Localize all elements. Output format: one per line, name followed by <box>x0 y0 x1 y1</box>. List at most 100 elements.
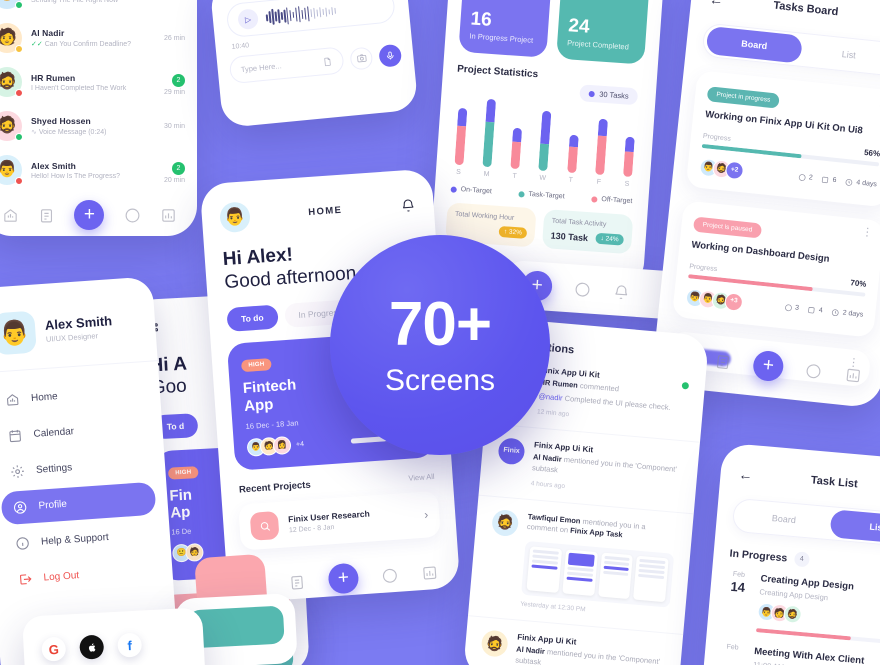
avatar-emoji: 🧔 <box>0 117 17 134</box>
task-list-screen: ← Task List Board List In Progress 4 Feb… <box>701 442 880 665</box>
tasks-icon[interactable] <box>38 207 55 224</box>
section-count-badge: 4 <box>793 551 810 568</box>
sidebar-item-label: Help & Support <box>40 531 110 548</box>
back-icon[interactable]: ← <box>738 466 753 483</box>
info-icon <box>16 537 29 550</box>
sidebar-item-label: Log Out <box>43 570 80 584</box>
filter-todo[interactable]: To do <box>226 304 279 332</box>
play-icon[interactable]: ▷ <box>237 8 259 31</box>
tasks-icon[interactable] <box>288 573 306 591</box>
list-item[interactable]: 🧔 HR Rumen I Haven't Completed The Work … <box>0 60 197 104</box>
avatar: 👩 <box>272 435 292 456</box>
task-card[interactable]: ⋮ Project in progress Working on Finix A… <box>685 70 880 208</box>
message-preview: Sending The File Right Now <box>31 0 119 4</box>
chat-meta: 26 min <box>151 35 185 42</box>
list-item[interactable]: 🙂 Tawfiqul Emon Sending The File Right N… <box>0 0 197 16</box>
chip-bullet-icon <box>588 90 595 97</box>
sidebar-item-label: Settings <box>35 462 73 476</box>
logout-icon <box>20 574 32 585</box>
bar-group <box>482 85 498 168</box>
more-options-icon[interactable]: ⋮ <box>875 96 880 109</box>
contact-name: Alex Smith <box>31 160 76 171</box>
chat-meta: 30 min <box>151 123 185 130</box>
apple-icon[interactable] <box>79 634 105 660</box>
list-item[interactable]: 🧔 Shyed Hossen ∿ Voice Message (0:24) 30… <box>0 104 197 148</box>
list-item[interactable]: 👨 Alex Smith Hello! How Is The Progress?… <box>0 148 197 192</box>
home-icon[interactable] <box>2 207 19 224</box>
view-all-link[interactable]: View All <box>408 472 435 483</box>
chat-text: HR Rumen I Haven't Completed The Work <box>22 73 151 92</box>
avatar: 👨 <box>0 310 37 356</box>
stats-icon[interactable] <box>844 366 863 385</box>
list-item[interactable]: 🧔 Tawfiqul Emon mentioned you in a comme… <box>467 495 694 636</box>
bell-icon[interactable] <box>612 283 630 301</box>
sidebar-item-logout[interactable]: Log Out <box>6 553 162 597</box>
avatar-overflow: +4 <box>295 440 305 449</box>
attachment-count: 4 <box>807 305 823 315</box>
message-input[interactable]: Type Here... <box>228 46 345 85</box>
google-icon[interactable]: G <box>41 636 67 662</box>
stat-value: 24 <box>567 15 591 38</box>
mic-icon[interactable] <box>378 43 403 68</box>
contact-name: Al Nadir <box>31 28 65 38</box>
stat-card-in-progress[interactable]: 16 In Progress Project <box>458 0 553 58</box>
comment-icon <box>798 173 806 181</box>
chat-icon[interactable] <box>124 207 141 224</box>
axis-tick: S <box>624 180 630 188</box>
clock-icon <box>845 178 853 186</box>
bar-group <box>538 89 554 172</box>
kpi-task-activity[interactable]: Total Task Activity 130 Task ↓ 24% <box>541 209 634 255</box>
due-date: 4 days <box>845 178 877 189</box>
kpi-value: 130 Task <box>550 230 589 243</box>
status-dot <box>15 89 23 97</box>
chat-icon[interactable] <box>573 280 591 298</box>
camera-icon[interactable] <box>349 46 374 71</box>
list-item[interactable]: 🧑 Al Nadir ✓✓ Can You Confirm Deadline? … <box>0 16 197 60</box>
progress-label: Progress <box>688 262 718 273</box>
badge-label: Screens <box>384 364 496 397</box>
stat-card-completed[interactable]: 24 Project Completed <box>556 0 651 65</box>
attachment-icon[interactable] <box>322 56 333 67</box>
stats-icon[interactable] <box>160 207 177 224</box>
social-buttons: G f <box>22 607 204 662</box>
avatar[interactable]: 👨 <box>218 201 252 234</box>
stat-body: 24 Project Completed <box>567 15 637 52</box>
priority-badge: HIGH <box>240 358 272 373</box>
timestamp: 30 min <box>163 122 185 130</box>
tab-list[interactable]: List <box>800 36 880 74</box>
mention-link[interactable]: @nadir <box>538 391 563 402</box>
tab-board[interactable]: Board <box>736 501 832 537</box>
bell-icon[interactable] <box>400 197 416 213</box>
add-icon[interactable]: + <box>751 349 785 383</box>
chat-text: Al Nadir ✓✓ Can You Confirm Deadline? <box>22 28 151 48</box>
kpi-label: Total Task Activity <box>551 217 607 229</box>
chat-icon[interactable] <box>805 361 824 380</box>
drawer-nav: Home Calendar Settings Profile Help & Su… <box>0 361 173 598</box>
attachment-thumbnail[interactable] <box>521 541 675 608</box>
tab-board[interactable]: Board <box>705 25 803 64</box>
avatar: 🧔 <box>782 604 803 624</box>
chat-icon[interactable] <box>381 566 399 584</box>
tasks-icon[interactable] <box>713 352 732 371</box>
stats-icon[interactable] <box>420 563 438 581</box>
user-icon <box>13 501 27 514</box>
chat-text: Alex Smith Hello! How Is The Progress? <box>22 161 151 180</box>
chat-text: Shyed Hossen ∿ Voice Message (0:24) <box>22 116 151 136</box>
sidebar-item-label: Profile <box>38 498 68 512</box>
profile-header[interactable]: 👨 Alex Smith UI/UX Designer <box>0 276 158 374</box>
avatar: Finix <box>497 436 526 466</box>
chevron-right-icon[interactable]: › <box>424 507 429 521</box>
progress-label: Progress <box>702 132 732 143</box>
add-icon[interactable]: + <box>74 200 105 230</box>
social-login-screen: G f <box>22 607 206 665</box>
gear-icon <box>11 465 24 478</box>
waveform <box>265 1 337 28</box>
add-icon[interactable]: + <box>327 562 360 595</box>
task-card[interactable]: ⋮ Project is paused Working on Dashboard… <box>671 200 880 338</box>
comment-count: 2 <box>797 173 813 183</box>
facebook-icon[interactable]: f <box>117 632 143 658</box>
mockup-presentation-canvas: 🙂 Tawfiqul Emon Sending The File Right N… <box>0 0 880 665</box>
status-badge: Project is paused <box>692 216 763 239</box>
more-options-icon[interactable]: ⋮ <box>861 226 873 239</box>
status-dot <box>15 177 23 185</box>
